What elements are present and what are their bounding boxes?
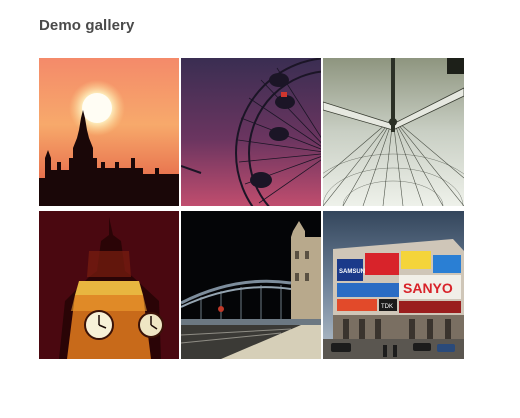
sunset-westminster-image	[39, 58, 179, 206]
london-eye-underside-image	[323, 58, 464, 206]
gallery-thumb-sunset-westminster[interactable]	[39, 58, 179, 206]
gallery-thumb-piccadilly-circus[interactable]: SAMSUNG SANYO TDK	[323, 211, 464, 359]
gallery-thumb-london-eye-underside[interactable]	[323, 58, 464, 206]
gallery-thumb-big-ben-night[interactable]	[39, 211, 179, 359]
piccadilly-circus-image: SAMSUNG SANYO TDK	[323, 211, 464, 359]
gallery-grid: SAMSUNG SANYO TDK	[39, 58, 464, 360]
tower-bridge-night-image	[181, 211, 321, 359]
billboard-sanyo: SANYO	[403, 280, 453, 296]
billboard-tdk: TDK	[381, 304, 393, 310]
big-ben-night-image	[39, 211, 179, 359]
gallery-title: Demo gallery	[39, 17, 135, 34]
gallery-thumb-tower-bridge-night[interactable]	[181, 211, 321, 359]
gallery-thumb-london-eye-dusk[interactable]	[181, 58, 321, 206]
london-eye-dusk-image	[181, 58, 321, 206]
